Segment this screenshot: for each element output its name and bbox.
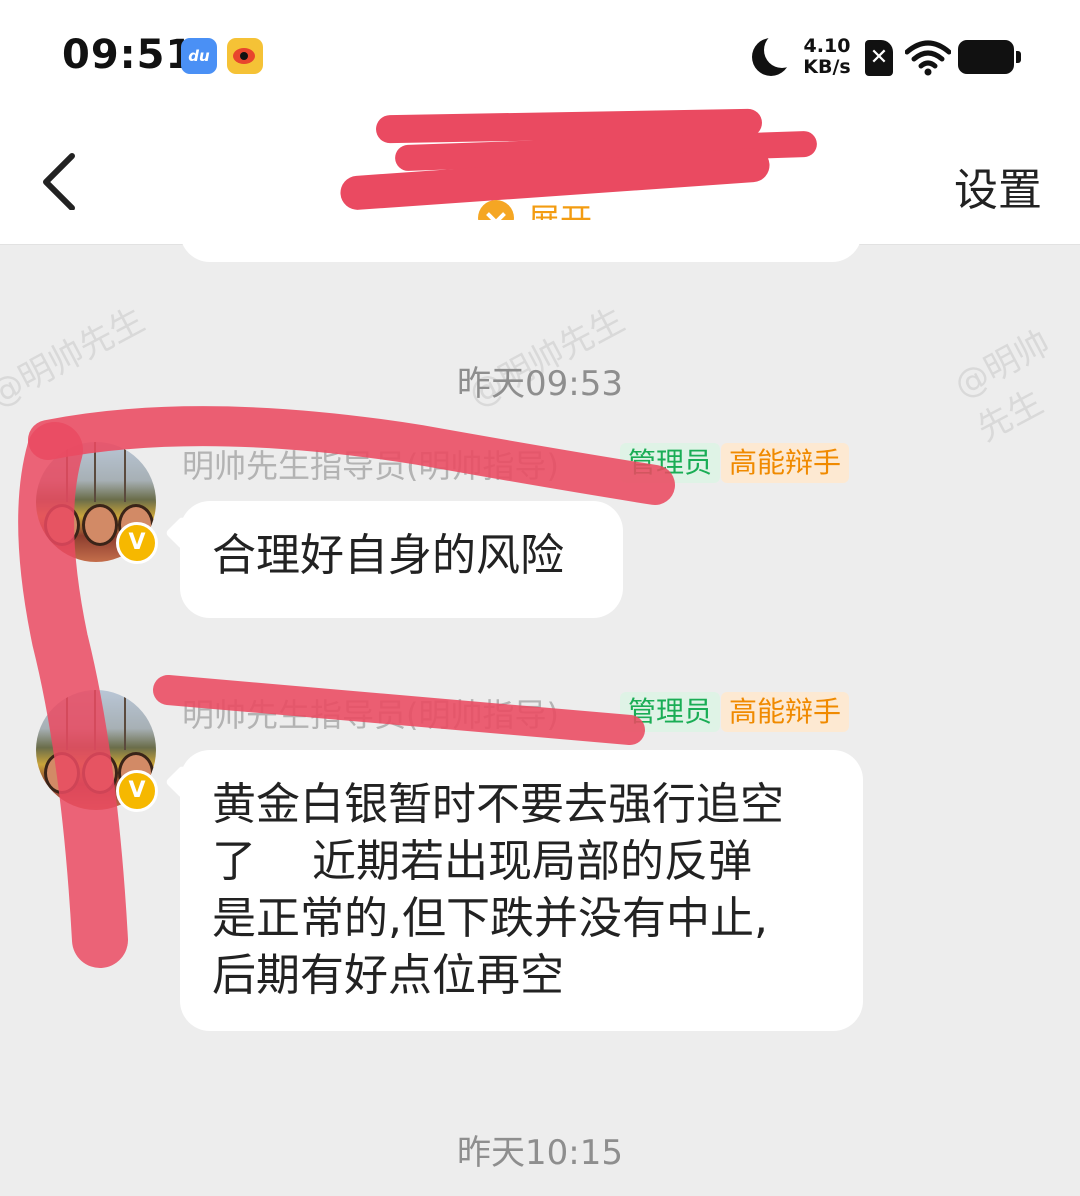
debater-tag: 高能辩手 — [721, 692, 850, 732]
message-timestamp: 昨天09:53 — [457, 364, 623, 404]
status-bar: 09:51 du 4.10 KB/s ✕ — [0, 0, 1080, 110]
network-speed: 4.10 KB/s — [800, 36, 854, 78]
verified-badge: V — [116, 770, 158, 812]
back-arrow-icon[interactable] — [38, 150, 88, 210]
message-text: 黄金白银暂时不要去强行追空 了 近期若出现局部的反弹 是正常的,但下跌并没有中止… — [212, 779, 784, 1001]
settings-button[interactable]: 设置 — [954, 154, 1042, 218]
message-bubble[interactable]: 合理好自身的风险 — [180, 501, 623, 618]
battery-icon — [958, 40, 1021, 74]
wifi-icon — [905, 40, 951, 76]
moon-icon — [752, 32, 800, 76]
network-speed-value: 4.10 — [803, 35, 851, 57]
baidu-icon: du — [181, 38, 217, 74]
previous-message-bubble — [180, 220, 862, 262]
admin-tag: 管理员 — [620, 692, 721, 732]
status-time: 09:51 — [62, 32, 195, 78]
network-speed-unit: KB/s — [803, 56, 851, 78]
admin-tag: 管理员 — [620, 443, 721, 483]
verified-badge: V — [116, 522, 158, 564]
sender-name: 明帅先生指导员(明帅指导) — [182, 696, 559, 734]
message-text: 合理好自身的风险 — [212, 530, 564, 581]
message-bubble[interactable]: 黄金白银暂时不要去强行追空 了 近期若出现局部的反弹 是正常的,但下跌并没有中止… — [180, 750, 863, 1031]
message-timestamp: 昨天10:15 — [457, 1133, 623, 1173]
sender-name: 明帅先生指导员(明帅指导) — [182, 447, 559, 485]
debater-tag: 高能辩手 — [721, 443, 850, 483]
weibo-icon — [227, 38, 263, 74]
sim-off-icon: ✕ — [865, 40, 893, 76]
